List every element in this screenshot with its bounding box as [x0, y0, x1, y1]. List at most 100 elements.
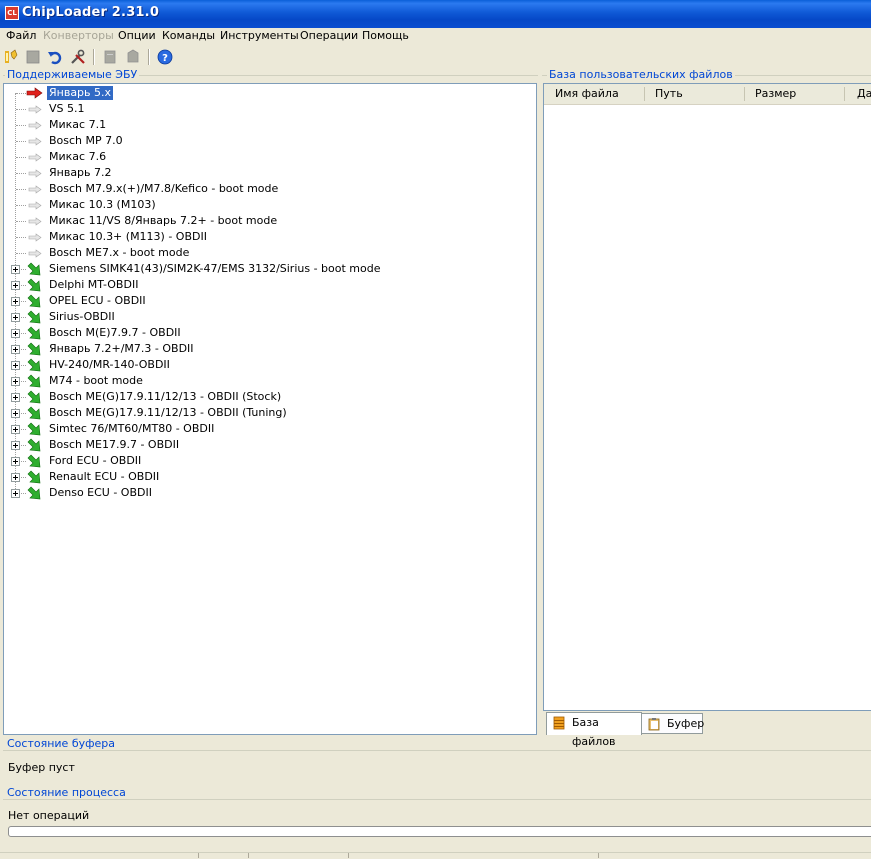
ecu-tree[interactable]: Январь 5.x VS 5.1 Микас 7.1 Bosch MP 7.0 Мик…	[3, 83, 537, 735]
tree-item[interactable]: Микас 11/VS 8/Январь 7.2+ - boot mode	[4, 213, 534, 229]
menu-help[interactable]: Помощь	[359, 29, 412, 42]
menu-bar: Файл Конверторы Опции Команды Инструмент…	[0, 28, 871, 45]
tree-item[interactable]: Bosch ME7.x - boot mode	[4, 245, 534, 261]
tree-connector	[16, 141, 26, 143]
tree-item[interactable]: Bosch M(E)7.9.7 - OBDII	[4, 325, 534, 341]
buffer-group-border	[3, 750, 871, 751]
expand-icon[interactable]	[11, 441, 20, 450]
tree-item[interactable]: Denso ECU - OBDII	[4, 485, 534, 501]
menu-operations[interactable]: Операции	[297, 29, 361, 42]
menu-converters[interactable]: Конверторы	[40, 29, 117, 42]
tree-item[interactable]: Микас 10.3+ (M113) - OBDII	[4, 229, 534, 245]
tree-item[interactable]: Микас 7.6	[4, 149, 534, 165]
stop-icon[interactable]	[24, 48, 42, 66]
clipboard-icon	[647, 717, 661, 731]
expand-icon[interactable]	[11, 313, 20, 322]
gray-arrow-icon	[26, 166, 44, 180]
tree-item[interactable]: Sirius-OBDII	[4, 309, 534, 325]
window-title: ChipLoader 2.31.0	[22, 5, 160, 20]
tree-item[interactable]: Январь 5.x	[4, 85, 534, 101]
tree-connector	[16, 93, 26, 95]
files-list[interactable]: Имя файла Путь Размер Дата	[543, 83, 871, 711]
expand-icon[interactable]	[11, 265, 20, 274]
toolbar-separator	[93, 49, 95, 65]
menu-commands[interactable]: Команды	[159, 29, 218, 42]
help-icon[interactable]: ?	[156, 48, 174, 66]
tab-buffer[interactable]: Буфер	[641, 713, 704, 734]
tree-item[interactable]: Bosch MP 7.0	[4, 133, 534, 149]
tree-item[interactable]: Delphi MT-OBDII	[4, 277, 534, 293]
gray-arrow-icon	[26, 150, 44, 164]
tree-item[interactable]: Январь 7.2	[4, 165, 534, 181]
menu-file[interactable]: Файл	[3, 29, 39, 42]
expand-icon[interactable]	[11, 377, 20, 386]
tools-icon[interactable]	[69, 48, 87, 66]
tree-item-label: M74 - boot mode	[49, 374, 143, 387]
expand-icon[interactable]	[11, 361, 20, 370]
tree-item-label: VS 5.1	[49, 102, 85, 115]
files-list-header: Имя файла Путь Размер Дата	[544, 84, 871, 105]
tree-connector	[16, 221, 26, 223]
process-progress-bar	[8, 826, 871, 837]
tree-item[interactable]: Январь 7.2+/M7.3 - OBDII	[4, 341, 534, 357]
tree-item[interactable]: M74 - boot mode	[4, 373, 534, 389]
process-group-border	[3, 799, 871, 800]
expand-icon[interactable]	[11, 345, 20, 354]
tree-item[interactable]: VS 5.1	[4, 101, 534, 117]
tree-item-label: Bosch M7.9.x(+)/M7.8/Kefico - boot mode	[49, 182, 279, 195]
tree-item[interactable]: Renault ECU - OBDII	[4, 469, 534, 485]
red-arrow-icon	[26, 86, 44, 100]
tree-item[interactable]: Bosch ME17.9.7 - OBDII	[4, 437, 534, 453]
expand-icon[interactable]	[11, 473, 20, 482]
write-icon[interactable]	[124, 48, 142, 66]
tree-item[interactable]: Bosch ME(G)17.9.11/12/13 - OBDII (Tuning…	[4, 405, 534, 421]
tab-file-base[interactable]: База файлов	[546, 712, 642, 748]
connect-icon[interactable]	[2, 48, 20, 66]
toolbar-separator	[148, 49, 150, 65]
column-divider[interactable]	[844, 87, 845, 101]
expand-icon[interactable]	[11, 281, 20, 290]
expand-icon[interactable]	[11, 329, 20, 338]
tree-item[interactable]: Bosch ME(G)17.9.11/12/13 - OBDII (Stock)	[4, 389, 534, 405]
column-header-date[interactable]: Дата	[851, 84, 871, 103]
green-arrow-icon	[26, 278, 44, 292]
column-header-size[interactable]: Размер	[749, 84, 844, 103]
green-arrow-icon	[26, 374, 44, 388]
green-arrow-icon	[26, 438, 44, 452]
green-arrow-icon	[26, 390, 44, 404]
tree-item[interactable]: HV-240/MR-140-OBDII	[4, 357, 534, 373]
column-header-filename[interactable]: Имя файла	[549, 84, 644, 103]
green-arrow-icon	[26, 422, 44, 436]
expand-icon[interactable]	[11, 393, 20, 402]
tree-item[interactable]: Микас 7.1	[4, 117, 534, 133]
tree-item[interactable]: Микас 10.3 (M103)	[4, 197, 534, 213]
menu-tools[interactable]: Инструменты	[217, 29, 302, 42]
tree-item[interactable]: Simtec 76/MT60/MT80 - OBDII	[4, 421, 534, 437]
tree-item-label: Simtec 76/MT60/MT80 - OBDII	[49, 422, 215, 435]
tree-item-label: Bosch ME(G)17.9.11/12/13 - OBDII (Tuning…	[49, 406, 287, 419]
menu-options[interactable]: Опции	[115, 29, 159, 42]
expand-icon[interactable]	[11, 425, 20, 434]
column-header-path[interactable]: Путь	[649, 84, 744, 103]
tree-connector	[16, 205, 26, 207]
read-icon[interactable]	[101, 48, 119, 66]
column-divider[interactable]	[744, 87, 745, 101]
expand-icon[interactable]	[11, 297, 20, 306]
tree-item[interactable]: Bosch M7.9.x(+)/M7.8/Kefico - boot mode	[4, 181, 534, 197]
title-bar[interactable]: CL ChipLoader 2.31.0	[0, 0, 871, 28]
tree-item[interactable]: Siemens SIMK41(43)/SIM2K-47/EMS 3132/Sir…	[4, 261, 534, 277]
gray-arrow-icon	[26, 214, 44, 228]
expand-icon[interactable]	[11, 457, 20, 466]
status-bar-separator	[348, 853, 349, 858]
tree-item-label: Sirius-OBDII	[49, 310, 115, 323]
expand-icon[interactable]	[11, 489, 20, 498]
gray-arrow-icon	[26, 246, 44, 260]
green-arrow-icon	[26, 294, 44, 308]
tree-connector	[16, 109, 26, 111]
column-divider[interactable]	[644, 87, 645, 101]
tree-item[interactable]: Ford ECU - OBDII	[4, 453, 534, 469]
expand-icon[interactable]	[11, 409, 20, 418]
undo-icon[interactable]	[46, 48, 64, 66]
tree-item[interactable]: OPEL ECU - OBDII	[4, 293, 534, 309]
app-icon: CL	[5, 6, 19, 20]
